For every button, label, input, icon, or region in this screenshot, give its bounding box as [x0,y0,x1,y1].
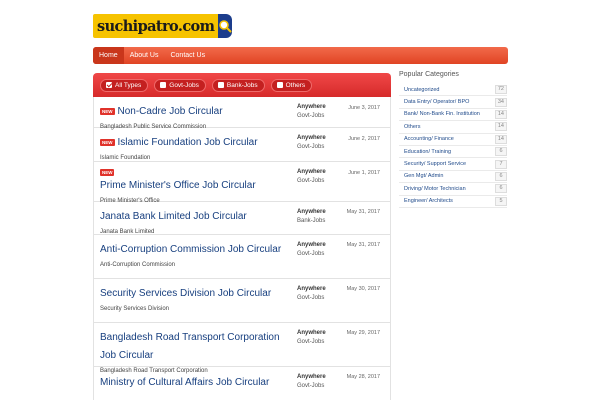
job-row: Janata Bank Limited Job Circular Janata … [94,202,390,235]
job-row: NEW Islamic Foundation Job Circular Islam… [94,128,390,162]
job-category: Govt-Jobs [297,144,325,150]
category-count: 6 [495,171,507,181]
job-category: Govt-Jobs [297,251,325,257]
category-item[interactable]: Others 14 [399,121,507,134]
nav-contact-us[interactable]: Contact Us [164,47,211,64]
job-category: Govt-Jobs [297,113,325,119]
job-date: May 31, 2017 [346,209,380,215]
job-category: Govt-Jobs [297,383,325,389]
job-location: Anywhere [297,135,326,141]
job-row: Anti-Corruption Commission Job Circular … [94,235,390,279]
job-date: June 1, 2017 [348,170,380,176]
job-title-link[interactable]: Islamic Foundation Job Circular [118,137,258,148]
filter-label: Others [285,81,306,89]
category-count: 14 [494,109,507,119]
job-date: May 31, 2017 [346,242,380,248]
category-name: Security/ Support Service [404,161,467,168]
site-logo[interactable]: suchipatro.com [93,14,233,38]
checkbox-icon [160,82,167,88]
job-title-link[interactable]: Bangladesh Road Transport Corporation Jo… [100,332,280,361]
job-row: Ministry of Cultural Affairs Job Circula… [94,367,390,400]
category-name: Accounting/ Finance [404,136,454,143]
category-name: Gen Mgt/ Admin [404,173,444,180]
category-count: 6 [495,147,507,157]
new-badge: NEW [100,169,114,176]
job-company: Islamic Foundation [100,155,151,161]
checkbox-icon [106,82,112,88]
job-row: Security Services Division Job Circular … [94,279,390,323]
new-badge: NEW [100,108,115,116]
category-count: 14 [494,134,507,144]
job-row: NEW Non-Cadre Job Circular Bangladesh Pub… [94,97,390,130]
job-row: NEW Prime Minister's Office Job Circular … [94,162,390,204]
category-name: Others [404,123,421,130]
job-location: Anywhere [297,104,326,110]
job-row: Bangladesh Road Transport Corporation Jo… [94,323,390,374]
filter-others[interactable]: Others [270,78,313,92]
logo-text: suchipatro.com [93,14,219,38]
category-item[interactable]: Accounting/ Finance 14 [399,134,507,146]
category-item[interactable]: Uncategorized 72 [399,84,507,97]
job-date: May 30, 2017 [346,286,380,292]
category-item[interactable]: Gen Mgt/ Admin 6 [399,171,507,184]
job-location: Anywhere [297,209,326,215]
job-date: May 29, 2017 [346,330,380,336]
category-name: Bank/ Non-Bank Fin. Institution [404,111,480,118]
category-name: Uncategorized [404,86,440,93]
category-count: 6 [495,184,507,194]
category-name: Data Entry/ Operator/ BPO [404,99,470,106]
checkbox-icon [276,82,283,88]
filter-bank-jobs[interactable]: Bank-Jobs [211,78,265,92]
popular-categories-title: Popular Categories [399,71,459,78]
filter-govt-jobs[interactable]: Govt-Jobs [154,78,206,92]
magnifier-icon [218,14,233,38]
job-location: Anywhere [297,286,326,292]
category-count: 14 [494,122,507,132]
filter-all-types[interactable]: All Types [100,78,149,92]
job-location: Anywhere [297,374,326,380]
category-count: 72 [494,85,507,95]
job-location: Anywhere [297,330,326,336]
job-list: NEW Non-Cadre Job Circular Bangladesh Pub… [93,97,391,400]
category-count: 7 [495,159,507,169]
job-date: June 2, 2017 [348,136,380,142]
job-type-filter-bar: All Types Govt-Jobs Bank-Jobs Others [93,73,391,97]
nav-about-us[interactable]: About Us [124,47,165,64]
category-item[interactable]: Driving/ Motor Technician 6 [399,183,507,196]
filter-label: Bank-Jobs [226,81,258,89]
category-name: Engineer/ Architects [404,198,453,205]
job-date: June 3, 2017 [348,105,380,111]
filter-label: All Types [115,81,142,89]
job-title-link[interactable]: Janata Bank Limited Job Circular [100,211,247,222]
filter-label: Govt-Jobs [169,81,199,89]
job-title-link[interactable]: Anti-Corruption Commission Job Circular [100,244,281,255]
job-title-link[interactable]: Prime Minister's Office Job Circular [100,180,256,191]
job-title-link[interactable]: Ministry of Cultural Affairs Job Circula… [100,377,269,388]
main-nav: Home About Us Contact Us [93,47,508,64]
category-item[interactable]: Bank/ Non-Bank Fin. Institution 14 [399,109,507,122]
checkbox-icon [217,82,224,88]
category-item[interactable]: Education/ Training 6 [399,146,507,159]
job-category: Govt-Jobs [297,295,325,301]
job-category: Govt-Jobs [297,178,325,184]
category-item[interactable]: Security/ Support Service 7 [399,158,507,171]
category-item[interactable]: Data Entry/ Operator/ BPO 34 [399,96,507,109]
category-list: Uncategorized 72 Data Entry/ Operator/ BP… [399,84,507,208]
job-company: Anti-Corruption Commission [100,262,176,268]
job-title-link[interactable]: Non-Cadre Job Circular [118,106,223,117]
job-company: Security Services Division [100,306,170,312]
category-count: 34 [494,97,507,107]
new-badge: NEW [100,139,115,147]
category-count: 5 [495,196,507,206]
job-location: Anywhere [297,169,326,175]
job-location: Anywhere [297,242,326,248]
category-item[interactable]: Engineer/ Architects 5 [399,196,507,208]
job-title-link[interactable]: Security Services Division Job Circular [100,288,271,299]
job-date: May 28, 2017 [346,374,380,380]
job-category: Govt-Jobs [297,339,325,345]
category-name: Education/ Training [404,148,452,155]
category-name: Driving/ Motor Technician [404,185,466,192]
job-category: Bank-Jobs [297,218,326,224]
nav-home[interactable]: Home [93,47,124,64]
